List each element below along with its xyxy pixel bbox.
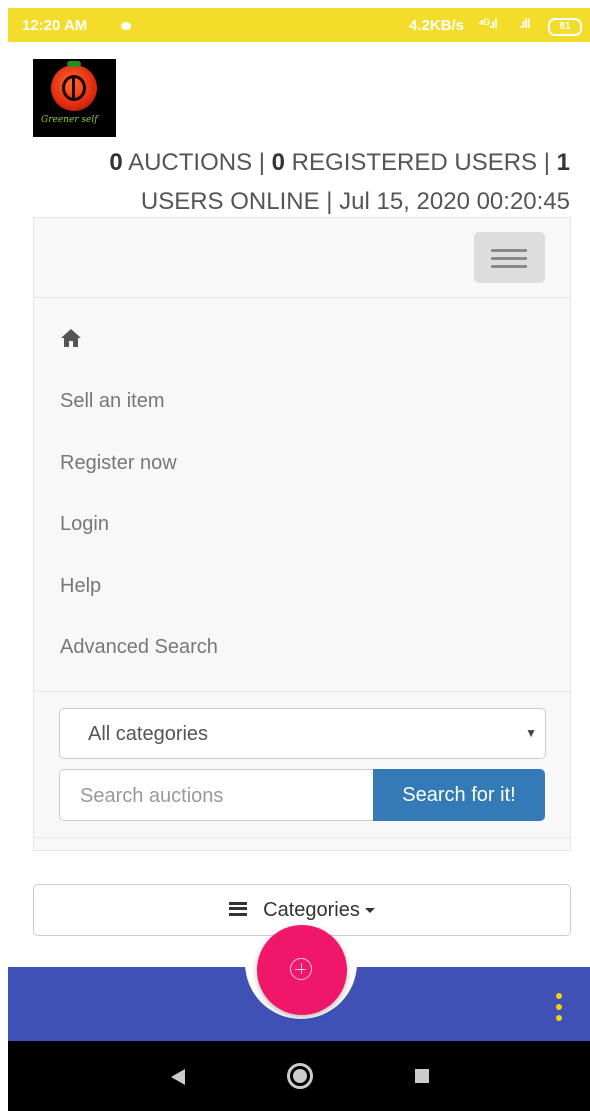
status-bar: 12:20 AM 4.2KB/s ⁴ᴳ.ıl .ıll 81 [8,8,590,42]
users-label: REGISTERED USERS | [285,149,557,176]
online-label: USERS ONLINE | [140,188,340,215]
hamburger-bar [491,265,527,268]
site-stats: 0 AUCTIONS | 0 REGISTERED USERS | 1 USER… [10,143,570,221]
nav-sell-item[interactable]: Sell an item [60,390,165,413]
categories-label: Categories [263,899,360,921]
users-count: 0 [271,149,286,176]
auctions-label: AUCTIONS | [122,149,272,176]
search-placeholder: Search auctions [80,785,224,807]
system-nav-bar [8,1041,590,1111]
recents-icon[interactable] [415,1069,429,1083]
search-button[interactable]: Search for it! [373,769,545,821]
divider [34,691,570,692]
nav-register[interactable]: Register now [60,452,177,475]
home-link[interactable] [60,328,82,353]
caret-down-icon [364,908,375,914]
network-speed: 4.2KB/s [409,17,465,34]
add-circle-icon [290,958,312,980]
site-logo[interactable]: Greener self [33,59,116,137]
dropdown-caret-icon: ▼ [525,726,537,740]
tomato-icon [51,65,97,111]
category-select[interactable]: All categories ▼ [59,708,546,759]
stem-shape [67,61,81,67]
status-time: 12:20 AM [22,17,88,34]
category-select-value: All categories [88,723,209,745]
stats-datetime: Jul 15, 2020 00:20:45 [339,188,570,215]
home-circle-icon[interactable] [287,1063,313,1089]
add-fab-button[interactable] [257,925,347,1015]
online-count: 1 [556,149,570,176]
logo-text: Greener self [41,115,98,125]
navbar: Sell an item Register now Login Help Adv… [33,217,571,851]
more-options-icon[interactable] [556,993,562,1021]
search-input[interactable]: Search auctions [59,769,374,821]
auctions-count: 0 [109,149,123,176]
nav-help[interactable]: Help [60,575,101,598]
hamburger-bar [491,257,527,260]
back-icon[interactable] [171,1069,185,1085]
mobile-signal-icon: ⁴ᴳ.ıl [478,16,498,31]
notification-icon [121,22,131,30]
wifi-signal-icon: .ıll [519,16,530,31]
home-icon [61,329,81,347]
nav-login[interactable]: Login [60,513,109,536]
nav-advanced-search[interactable]: Advanced Search [60,636,218,659]
divider [34,837,570,838]
divider [34,297,570,298]
battery-icon: 81 [548,18,582,36]
hamburger-bar [491,249,527,252]
menu-toggle-button[interactable] [474,232,545,283]
list-icon [229,901,248,916]
